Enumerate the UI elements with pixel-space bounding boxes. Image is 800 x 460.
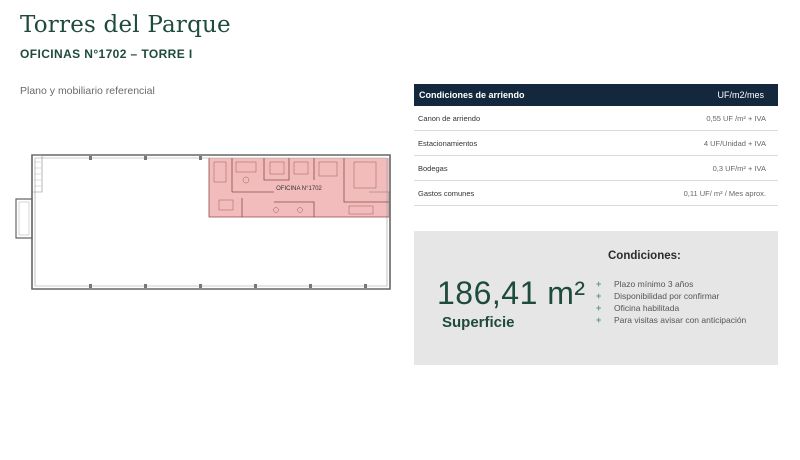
surface-panel: 186,41 m² Superficie Condiciones: + Plazo…: [414, 231, 778, 365]
surface-area-label: Superficie: [442, 314, 515, 331]
conditions-table: Condiciones de arriendo UF/m2/mes Canon …: [414, 84, 778, 206]
row-label: Bodegas: [418, 163, 448, 173]
conditions-list: + Plazo mínimo 3 años + Disponibilidad por…: [596, 278, 746, 326]
row-label: Canon de arriendo: [418, 113, 481, 123]
surface-area-value: 186,41 m²: [437, 275, 586, 311]
row-value: 0,11 UF/ m² / Mes aprox.: [683, 188, 766, 198]
list-item: + Disponibilidad por confirmar: [596, 290, 746, 302]
condition-text: Disponibilidad por confirmar: [614, 291, 720, 301]
page-title: Torres del Parque: [20, 12, 231, 38]
row-label: Gastos comunes: [418, 188, 475, 198]
plus-icon: +: [596, 291, 602, 301]
table-header-unit: UF/m2/mes: [717, 90, 764, 100]
conditions-title: Condiciones:: [608, 250, 681, 262]
table-row: Gastos comunes 0,11 UF/ m² / Mes aprox.: [414, 181, 778, 206]
plus-icon: +: [596, 279, 602, 289]
table-header-label: Condiciones de arriendo: [419, 90, 525, 100]
condition-text: Para visitas avisar con anticipación: [614, 315, 747, 325]
plan-caption: Plano y mobiliario referencial: [20, 85, 155, 97]
list-item: + Oficina habilitada: [596, 302, 746, 314]
list-item: + Plazo mínimo 3 años: [596, 278, 746, 290]
plus-icon: +: [596, 303, 602, 313]
row-value: 0,3 UF/m² + IVA: [712, 163, 766, 173]
list-item: + Para visitas avisar con anticipación: [596, 314, 746, 326]
row-value: 4 UF/Unidad + IVA: [703, 138, 766, 148]
office-label: OFICINA N°1702: [276, 186, 322, 192]
table-row: Canon de arriendo 0,55 UF /m² + IVA: [414, 106, 778, 131]
plus-icon: +: [596, 315, 602, 325]
condition-text: Oficina habilitada: [614, 303, 680, 313]
conditions-table-header: Condiciones de arriendo UF/m2/mes: [414, 84, 778, 106]
condition-text: Plazo mínimo 3 años: [614, 279, 694, 289]
table-row: Estacionamientos 4 UF/Unidad + IVA: [414, 131, 778, 156]
page-subtitle: OFICINAS N°1702 – TORRE I: [20, 47, 193, 61]
row-value: 0,55 UF /m² + IVA: [706, 113, 766, 123]
row-label: Estacionamientos: [418, 138, 478, 148]
table-row: Bodegas 0,3 UF/m² + IVA: [414, 156, 778, 181]
floor-plan: OFICINA N°1702: [15, 154, 391, 290]
